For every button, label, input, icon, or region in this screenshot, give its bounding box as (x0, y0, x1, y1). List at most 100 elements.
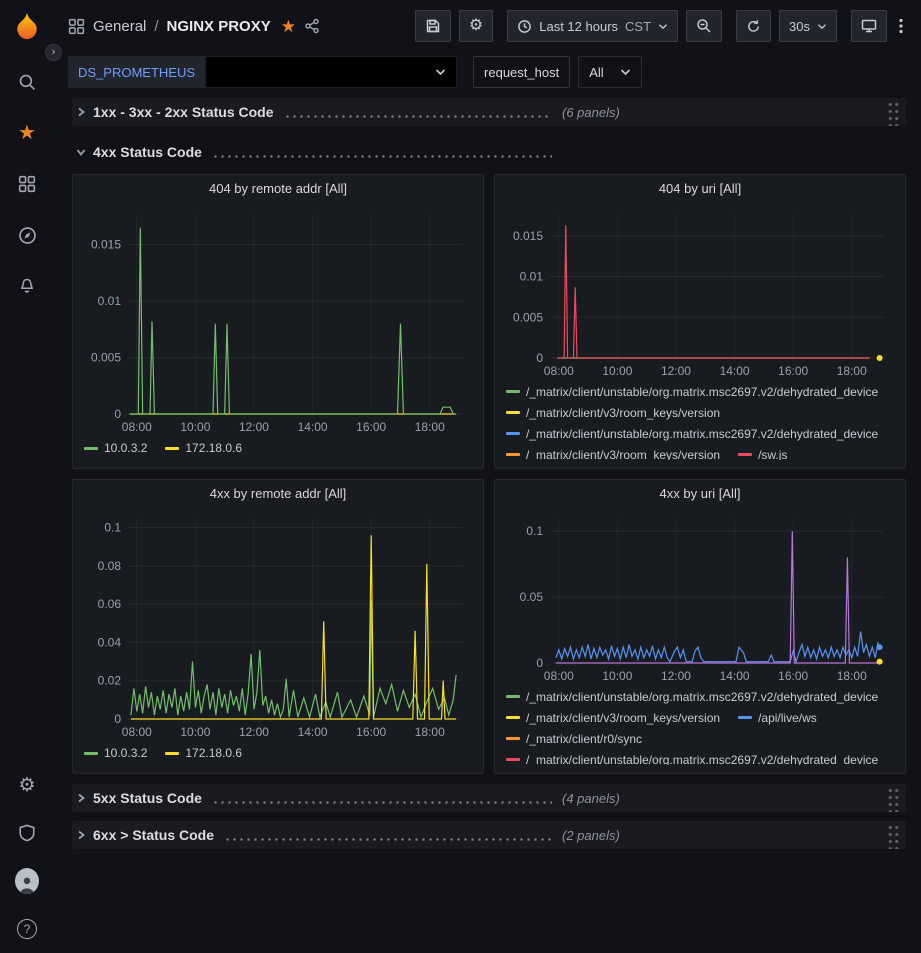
breadcrumb-folder[interactable]: General (93, 18, 146, 35)
zoom-out-icon (696, 18, 712, 34)
kiosk-mode-button[interactable] (851, 10, 887, 42)
svg-text:08:00: 08:00 (122, 725, 152, 739)
chevron-down-icon (620, 68, 631, 76)
apps-grid-icon[interactable] (68, 18, 85, 35)
legend-item[interactable]: /_matrix/client/v3/room_keys/version (506, 405, 720, 420)
dashboard-title[interactable]: NGINX PROXY (167, 18, 271, 35)
chart-legend: 10.0.3.2 172.18.0.6 (84, 436, 472, 460)
legend-item[interactable]: 172.18.0.6 (165, 746, 242, 761)
svg-text:0: 0 (114, 712, 121, 726)
svg-text:16:00: 16:00 (356, 725, 386, 739)
legend-item[interactable]: 172.18.0.6 (165, 441, 242, 456)
time-range-picker[interactable]: Last 12 hours CST (507, 10, 678, 42)
legend-item[interactable]: /_matrix/client/unstable/org.matrix.msc2… (506, 689, 878, 704)
row-drag-handle[interactable] (887, 822, 900, 849)
panel-4xx-by-remote-addr: 4xx by remote addr [All] 00.020.040.060.… (72, 479, 484, 774)
row-header-5xx[interactable]: 5xx Status Code (4 panels) (72, 784, 906, 812)
timeseries-chart-404-by-remote-addr[interactable]: 00.0050.010.01508:0010:0012:0014:0016:00… (84, 203, 472, 436)
row-drag-handle[interactable] (887, 785, 900, 812)
search-icon[interactable] (15, 70, 39, 94)
explore-compass-icon[interactable] (15, 223, 39, 247)
svg-text:0.08: 0.08 (98, 559, 122, 573)
legend-item[interactable]: /_matrix/client/v3/room_keys/version (506, 447, 720, 460)
server-admin-shield-icon[interactable] (15, 821, 39, 845)
help-icon[interactable]: ? (15, 917, 39, 941)
chevron-right-icon (76, 107, 86, 117)
svg-text:10:00: 10:00 (180, 725, 210, 739)
svg-text:0.005: 0.005 (513, 310, 543, 324)
row-header-4xx[interactable]: 4xx Status Code (72, 138, 906, 166)
avatar (15, 868, 39, 894)
datasource-select[interactable] (205, 56, 457, 88)
svg-text:18:00: 18:00 (837, 364, 867, 378)
save-dashboard-button[interactable] (415, 10, 451, 42)
legend-item[interactable]: /sw.js (738, 447, 787, 460)
svg-text:12:00: 12:00 (239, 420, 269, 434)
zoom-out-button[interactable] (686, 10, 722, 42)
svg-text:14:00: 14:00 (298, 725, 328, 739)
row-header-6xx[interactable]: 6xx > Status Code (2 panels) (72, 821, 906, 849)
series-color-mark (506, 737, 520, 740)
legend-item[interactable]: /_matrix/client/unstable/org.matrix.msc2… (506, 752, 878, 765)
legend-item[interactable]: /_matrix/client/v3/room_keys/version (506, 710, 720, 725)
svg-text:14:00: 14:00 (298, 420, 328, 434)
configuration-gear-icon[interactable]: ⚙ (15, 773, 39, 797)
panel-title[interactable]: 4xx by uri [All] (506, 486, 894, 508)
svg-text:16:00: 16:00 (356, 420, 386, 434)
timeseries-chart-4xx-by-uri[interactable]: 00.050.108:0010:0012:0014:0016:0018:00 (506, 508, 894, 685)
question-mark-icon: ? (17, 919, 37, 939)
dashboards-icon[interactable] (15, 172, 39, 196)
timeseries-chart-4xx-by-remote-addr[interactable]: 00.020.040.060.080.108:0010:0012:0014:00… (84, 508, 472, 741)
panel-title[interactable]: 404 by uri [All] (506, 181, 894, 203)
refresh-button[interactable] (736, 10, 771, 42)
series-color-mark (506, 432, 520, 435)
legend-item[interactable]: /api/live/ws (738, 710, 817, 725)
svg-text:0.015: 0.015 (513, 229, 543, 243)
svg-text:10:00: 10:00 (180, 420, 210, 434)
alerting-bell-icon[interactable] (15, 274, 39, 298)
row-header-1xx-3xx-2xx[interactable]: 1xx - 3xx - 2xx Status Code (6 panels) (72, 98, 906, 126)
chevron-right-icon (76, 830, 86, 840)
timeseries-chart-404-by-uri[interactable]: 00.0050.010.01508:0010:0012:0014:0016:00… (506, 203, 894, 380)
user-avatar[interactable] (15, 869, 39, 893)
legend-item[interactable]: 10.0.3.2 (84, 441, 147, 456)
svg-text:0.06: 0.06 (98, 597, 122, 611)
legend-item[interactable]: /_matrix/client/unstable/org.matrix.msc2… (506, 426, 878, 441)
panel-title[interactable]: 4xx by remote addr [All] (84, 486, 472, 508)
refresh-interval-dropdown[interactable]: 30s (779, 10, 837, 42)
request-host-select[interactable]: All (578, 56, 642, 88)
variable-ds-prometheus: DS_PROMETHEUS (68, 56, 457, 88)
chevron-down-icon (76, 147, 86, 157)
grafana-logo-icon[interactable] (11, 10, 43, 42)
panel-title[interactable]: 404 by remote addr [All] (84, 181, 472, 203)
svg-text:0: 0 (536, 656, 543, 670)
request-host-value: All (589, 65, 603, 80)
panel-4xx-by-uri: 4xx by uri [All] 00.050.108:0010:0012:00… (494, 479, 906, 774)
svg-text:08:00: 08:00 (544, 669, 574, 683)
series-color-mark (738, 716, 752, 719)
series-color-mark (738, 453, 752, 456)
legend-item[interactable]: 10.0.3.2 (84, 746, 147, 761)
sidebar: › ★ ⚙ (0, 0, 54, 953)
chevron-down-icon (658, 23, 668, 30)
refresh-interval-label: 30s (789, 19, 810, 34)
breadcrumb-separator: / (154, 18, 158, 35)
more-options-kebab-button[interactable] (895, 10, 907, 42)
series-color-mark (165, 752, 179, 755)
series-color-mark (84, 752, 98, 755)
chart-legend: /_matrix/client/unstable/org.matrix.msc2… (506, 685, 894, 765)
dotted-leader (212, 155, 552, 158)
sidebar-expand-button[interactable]: › (45, 44, 62, 61)
legend-item[interactable]: /_matrix/client/r0/sync (506, 731, 642, 746)
svg-text:0.02: 0.02 (98, 674, 122, 688)
svg-text:10:00: 10:00 (602, 669, 632, 683)
dashboard-variables-bar: DS_PROMETHEUS request_host All (54, 52, 921, 92)
svg-text:18:00: 18:00 (415, 420, 445, 434)
share-icon[interactable] (304, 18, 320, 34)
legend-item[interactable]: /_matrix/client/unstable/org.matrix.msc2… (506, 384, 878, 399)
dashboard-settings-button[interactable]: ⚙ (459, 10, 493, 42)
favorite-star-icon[interactable]: ★ (281, 18, 296, 35)
variable-label: DS_PROMETHEUS (68, 56, 205, 88)
starred-dashboards-icon[interactable]: ★ (15, 121, 39, 145)
row-drag-handle[interactable] (887, 99, 900, 126)
